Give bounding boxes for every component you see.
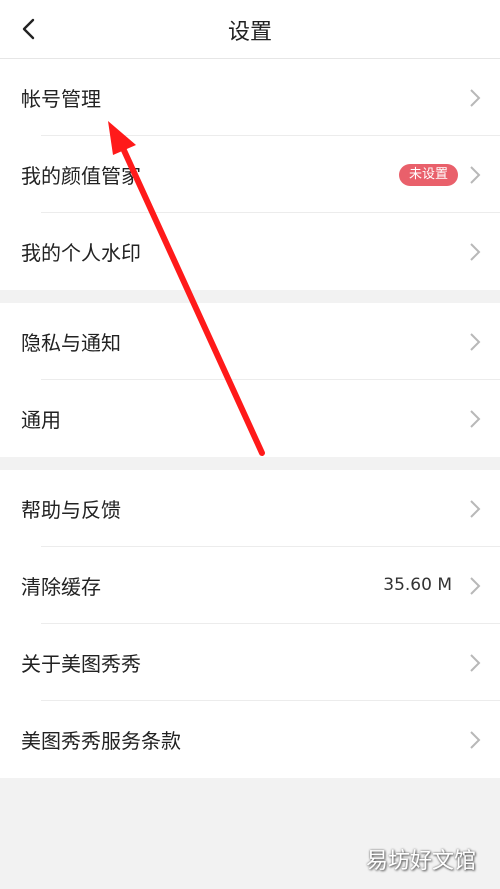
row-privacy-notifications[interactable]: 隐私与通知 <box>0 303 500 380</box>
settings-group-general: 隐私与通知 通用 <box>0 303 500 457</box>
chevron-right-icon <box>470 166 481 184</box>
settings-group-account: 帐号管理 我的颜值管家 未设置 我的个人水印 <box>0 59 500 290</box>
row-beauty-manager[interactable]: 我的颜值管家 未设置 <box>0 136 500 213</box>
row-label: 我的个人水印 <box>21 241 141 265</box>
row-help-feedback[interactable]: 帮助与反馈 <box>0 470 500 547</box>
row-label: 我的颜值管家 <box>21 164 141 188</box>
cache-size-value: 35.60 M <box>383 575 452 595</box>
chevron-right-icon <box>470 243 481 261</box>
chevron-right-icon <box>470 410 481 428</box>
row-label: 通用 <box>21 408 61 432</box>
row-clear-cache[interactable]: 清除缓存 35.60 M <box>0 547 500 624</box>
chevron-right-icon <box>470 731 481 749</box>
row-label: 关于美图秀秀 <box>21 652 141 676</box>
chevron-right-icon <box>470 577 481 595</box>
chevron-right-icon <box>470 89 481 107</box>
chevron-right-icon <box>470 500 481 518</box>
settings-group-about: 帮助与反馈 清除缓存 35.60 M 关于美图秀秀 美图秀秀服务条款 <box>0 470 500 778</box>
row-terms-of-service[interactable]: 美图秀秀服务条款 <box>0 701 500 778</box>
row-account-management[interactable]: 帐号管理 <box>0 59 500 136</box>
row-general[interactable]: 通用 <box>0 380 500 457</box>
row-label: 帮助与反馈 <box>21 498 121 522</box>
chevron-right-icon <box>470 333 481 351</box>
watermark-text: 易坊好文馆 <box>365 849 476 874</box>
row-label: 美图秀秀服务条款 <box>21 729 181 753</box>
row-personal-watermark[interactable]: 我的个人水印 <box>0 213 500 290</box>
status-badge: 未设置 <box>398 164 458 186</box>
page-title: 设置 <box>227 20 272 45</box>
row-label: 隐私与通知 <box>21 331 121 355</box>
header-bar: 设置 <box>0 0 500 59</box>
row-label: 帐号管理 <box>21 87 101 111</box>
chevron-right-icon <box>470 654 481 672</box>
row-label: 清除缓存 <box>21 575 101 599</box>
row-about-app[interactable]: 关于美图秀秀 <box>0 624 500 701</box>
